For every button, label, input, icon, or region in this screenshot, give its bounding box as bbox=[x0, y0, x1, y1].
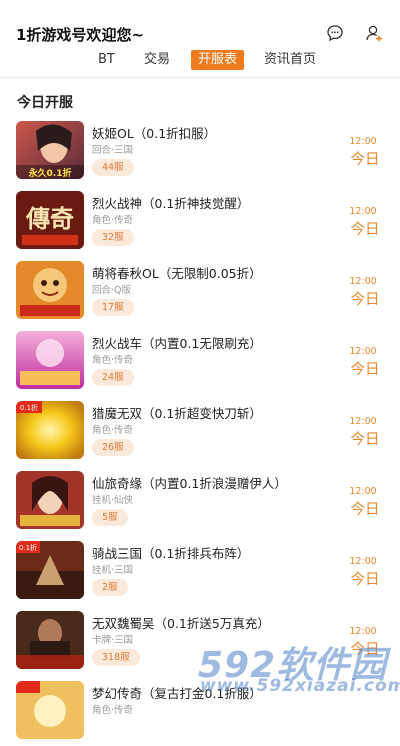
thumbnail-caption: 永久0.1折 bbox=[28, 167, 72, 179]
game-tags: 回合·三国 bbox=[92, 145, 134, 156]
server-badge: 44服 bbox=[92, 159, 134, 176]
open-day: 今日 bbox=[350, 362, 380, 378]
chat-bubble-icon[interactable] bbox=[326, 24, 344, 42]
game-thumbnail bbox=[16, 471, 84, 529]
thumbnail-caption: 0.1折 bbox=[20, 403, 38, 412]
game-thumbnail: 傳奇 bbox=[16, 191, 84, 249]
open-time: 12:00 bbox=[349, 416, 377, 427]
game-row[interactable]: 萌将春秋OL（无限制0.05折） 回合·Q版 17服 12:00 今日 bbox=[0, 256, 400, 326]
game-tags: 挂机·三国 bbox=[92, 565, 134, 576]
game-tags: 角色·传奇 bbox=[92, 215, 134, 226]
open-day: 今日 bbox=[350, 572, 380, 588]
tab-server-schedule[interactable]: 开服表 bbox=[191, 50, 245, 70]
game-thumbnail bbox=[16, 681, 84, 739]
site-watermark: 592软件园 www.592xiazai.com bbox=[198, 636, 400, 706]
game-name: 萌将春秋OL（无限制0.05折） bbox=[92, 266, 262, 281]
tab-bt[interactable]: BT bbox=[98, 50, 115, 70]
server-badge: 5服 bbox=[92, 509, 128, 526]
watermark-url: www.592xiazai.com bbox=[200, 676, 400, 696]
game-row[interactable]: 永久0.1折 妖姬OL（0.1折扣服） 回合·三国 44服 12:00 今日 bbox=[0, 116, 400, 186]
server-badge: 24服 bbox=[92, 369, 134, 386]
open-time: 12:00 bbox=[349, 346, 377, 357]
game-row[interactable]: 仙旅奇缘（内置0.1折浪漫赠伊人） 挂机·仙侠 5服 12:00 今日 bbox=[0, 466, 400, 536]
game-row[interactable]: 0.1折 骑战三国（0.1折排兵布阵） 挂机·三国 2服 12:00 今日 bbox=[0, 536, 400, 606]
game-thumbnail bbox=[16, 611, 84, 669]
game-tags: 挂机·仙侠 bbox=[92, 495, 134, 506]
game-row[interactable]: 0.1折 猎魔无双（0.1折超变快刀斩） 角色·传奇 26服 12:00 今日 bbox=[0, 396, 400, 466]
open-time: 12:00 bbox=[349, 206, 377, 217]
open-time: 12:00 bbox=[349, 556, 377, 567]
game-thumbnail bbox=[16, 331, 84, 389]
open-day: 今日 bbox=[350, 222, 380, 238]
game-name: 烈火战车（内置0.1无限刷充） bbox=[92, 336, 262, 351]
game-tags: 回合·Q版 bbox=[92, 285, 131, 296]
game-thumbnail: 0.1折 bbox=[16, 401, 84, 459]
server-badge: 17服 bbox=[92, 299, 134, 316]
app-title: 1折游戏号欢迎您~ bbox=[16, 26, 145, 44]
open-time: 12:00 bbox=[349, 276, 377, 287]
game-row[interactable]: 烈火战车（内置0.1无限刷充） 角色·传奇 24服 12:00 今日 bbox=[0, 326, 400, 396]
open-day: 今日 bbox=[350, 152, 380, 168]
user-profile-icon[interactable] bbox=[365, 24, 383, 42]
game-row[interactable]: 傳奇 烈火战神（0.1折神技觉醒） 角色·传奇 32服 12:00 今日 bbox=[0, 186, 400, 256]
app-header: 1折游戏号欢迎您~ BT 交易 开服表 资讯首页 bbox=[0, 0, 400, 76]
game-thumbnail: 永久0.1折 bbox=[16, 121, 84, 179]
header-divider bbox=[0, 76, 400, 79]
thumbnail-caption: 傳奇 bbox=[25, 204, 74, 233]
open-time: 12:00 bbox=[349, 486, 377, 497]
tab-trade[interactable]: 交易 bbox=[144, 50, 170, 70]
open-day: 今日 bbox=[350, 432, 380, 448]
game-name: 无双魏蜀吴（0.1折送5万真充） bbox=[92, 616, 270, 631]
section-title: 今日开服 bbox=[17, 95, 73, 111]
game-tags: 角色·传奇 bbox=[92, 355, 134, 366]
game-name: 烈火战神（0.1折神技觉醒） bbox=[92, 196, 250, 211]
game-tags: 卡牌·三国 bbox=[92, 635, 134, 646]
open-time: 12:00 bbox=[349, 136, 377, 147]
server-badge: 2服 bbox=[92, 579, 128, 596]
thumbnail-caption: 0.1折 bbox=[19, 543, 37, 552]
open-day: 今日 bbox=[350, 502, 380, 518]
server-badge: 26服 bbox=[92, 439, 134, 456]
game-tags: 角色·传奇 bbox=[92, 425, 134, 436]
game-thumbnail bbox=[16, 261, 84, 319]
game-name: 妖姬OL（0.1折扣服） bbox=[92, 126, 217, 141]
game-name: 猎魔无双（0.1折超变快刀斩） bbox=[92, 406, 262, 421]
server-badge: 318服 bbox=[92, 649, 140, 666]
open-day: 今日 bbox=[350, 292, 380, 308]
server-badge: 32服 bbox=[92, 229, 134, 246]
game-tags: 角色·传奇 bbox=[92, 705, 134, 716]
game-name: 骑战三国（0.1折排兵布阵） bbox=[92, 546, 250, 561]
game-name: 仙旅奇缘（内置0.1折浪漫赠伊人） bbox=[92, 476, 287, 491]
game-thumbnail: 0.1折 bbox=[16, 541, 84, 599]
tab-news-home[interactable]: 资讯首页 bbox=[264, 50, 316, 70]
tab-bar: BT 交易 开服表 资讯首页 bbox=[0, 50, 400, 72]
